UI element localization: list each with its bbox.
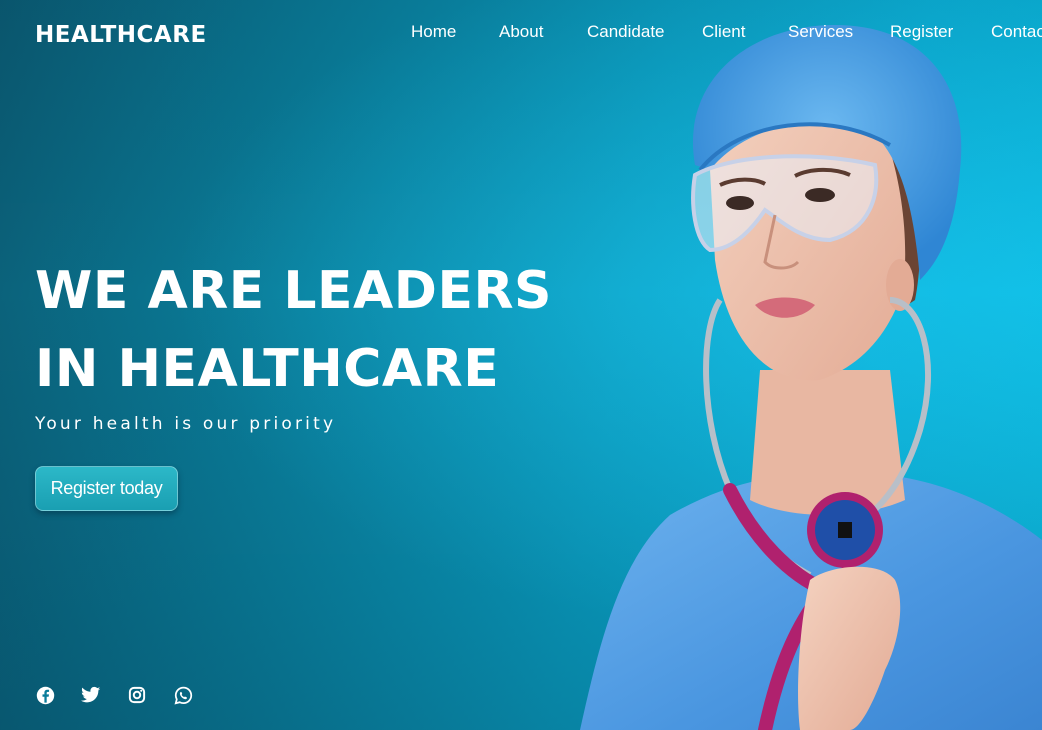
hero-tagline: Your health is our priority bbox=[35, 414, 337, 434]
nav-about[interactable]: About bbox=[499, 22, 543, 42]
nav-contact[interactable]: Contact bbox=[991, 22, 1042, 42]
nurse-photo bbox=[580, 25, 1042, 730]
facebook-icon[interactable] bbox=[35, 684, 55, 706]
nav-candidate[interactable]: Candidate bbox=[587, 22, 665, 42]
social-links bbox=[35, 684, 193, 706]
whatsapp-icon[interactable] bbox=[173, 684, 193, 706]
headline-line-2: IN HEALTHCARE bbox=[35, 339, 500, 399]
nav-home[interactable]: Home bbox=[411, 22, 456, 42]
instagram-icon[interactable] bbox=[127, 684, 147, 706]
headline-line-1: WE ARE LEADERS bbox=[35, 261, 552, 321]
hero-headline: WE ARE LEADERS IN HEALTHCARE bbox=[35, 252, 552, 408]
main-nav: Home About Candidate Client Services Reg… bbox=[0, 22, 1042, 46]
nav-register[interactable]: Register bbox=[890, 22, 953, 42]
nav-client[interactable]: Client bbox=[702, 22, 745, 42]
twitter-icon[interactable] bbox=[81, 684, 101, 706]
register-today-button[interactable]: Register today bbox=[35, 466, 178, 511]
nav-services[interactable]: Services bbox=[788, 22, 853, 42]
hero-section: HEALTHCARE Home About Candidate Client S… bbox=[0, 0, 1042, 730]
